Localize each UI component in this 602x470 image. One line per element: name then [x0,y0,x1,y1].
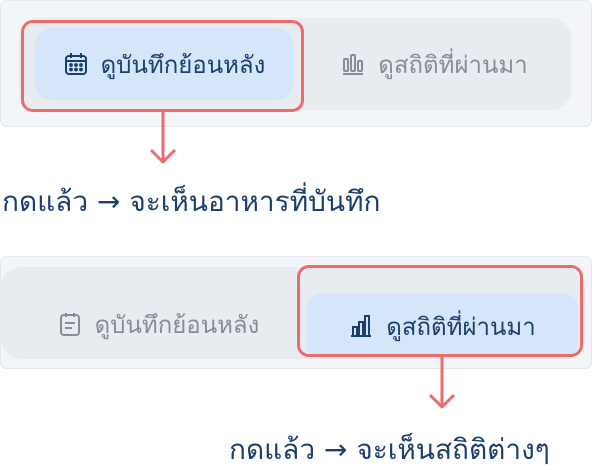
caption-step-2: กดแล้ว → จะเห็นสถิติต่างๆ [229,433,550,466]
tab-history[interactable]: ดูบันทึกย้อนหลัง [35,28,293,100]
tab-history[interactable]: ดูบันทึกย้อนหลัง [23,286,293,362]
tab-bar-panel-step-1: ดูบันทึกย้อนหลัง ดูสถิติที่ผ่านมา [0,0,592,127]
tab-bar-panel-step-2: ดูบันทึกย้อนหลัง ดูสถิติที่ผ่านมา [0,256,592,369]
tab-stats-label: ดูสถิติที่ผ่านมา [386,312,536,341]
arrow-down-icon [428,357,456,409]
segmented-control: ดูบันทึกย้อนหลัง ดูสถิติที่ผ่านมา [19,18,571,110]
tab-stats-label: ดูสถิติที่ผ่านมา [378,50,528,79]
segmented-control: ดูบันทึกย้อนหลัง ดูสถิติที่ผ่านมา [1,267,585,359]
calendar-icon [63,51,89,77]
tab-history-label: ดูบันทึกย้อนหลัง [94,310,260,339]
tab-history-label: ดูบันทึกย้อนหลัง [100,50,266,79]
bar-chart-icon [340,51,366,77]
tutorial-figure: ดูบันทึกย้อนหลัง ดูสถิติที่ผ่านมา กดแล้ว… [0,0,602,470]
bar-chart-icon [348,313,374,339]
tab-stats[interactable]: ดูสถิติที่ผ่านมา [309,28,559,100]
caption-step-1: กดแล้ว → จะเห็นอาหารที่บันทึก [2,185,381,218]
arrow-down-icon [149,112,177,164]
tab-stats[interactable]: ดูสถิติที่ผ่านมา [306,293,578,359]
clipboard-icon [57,311,83,337]
